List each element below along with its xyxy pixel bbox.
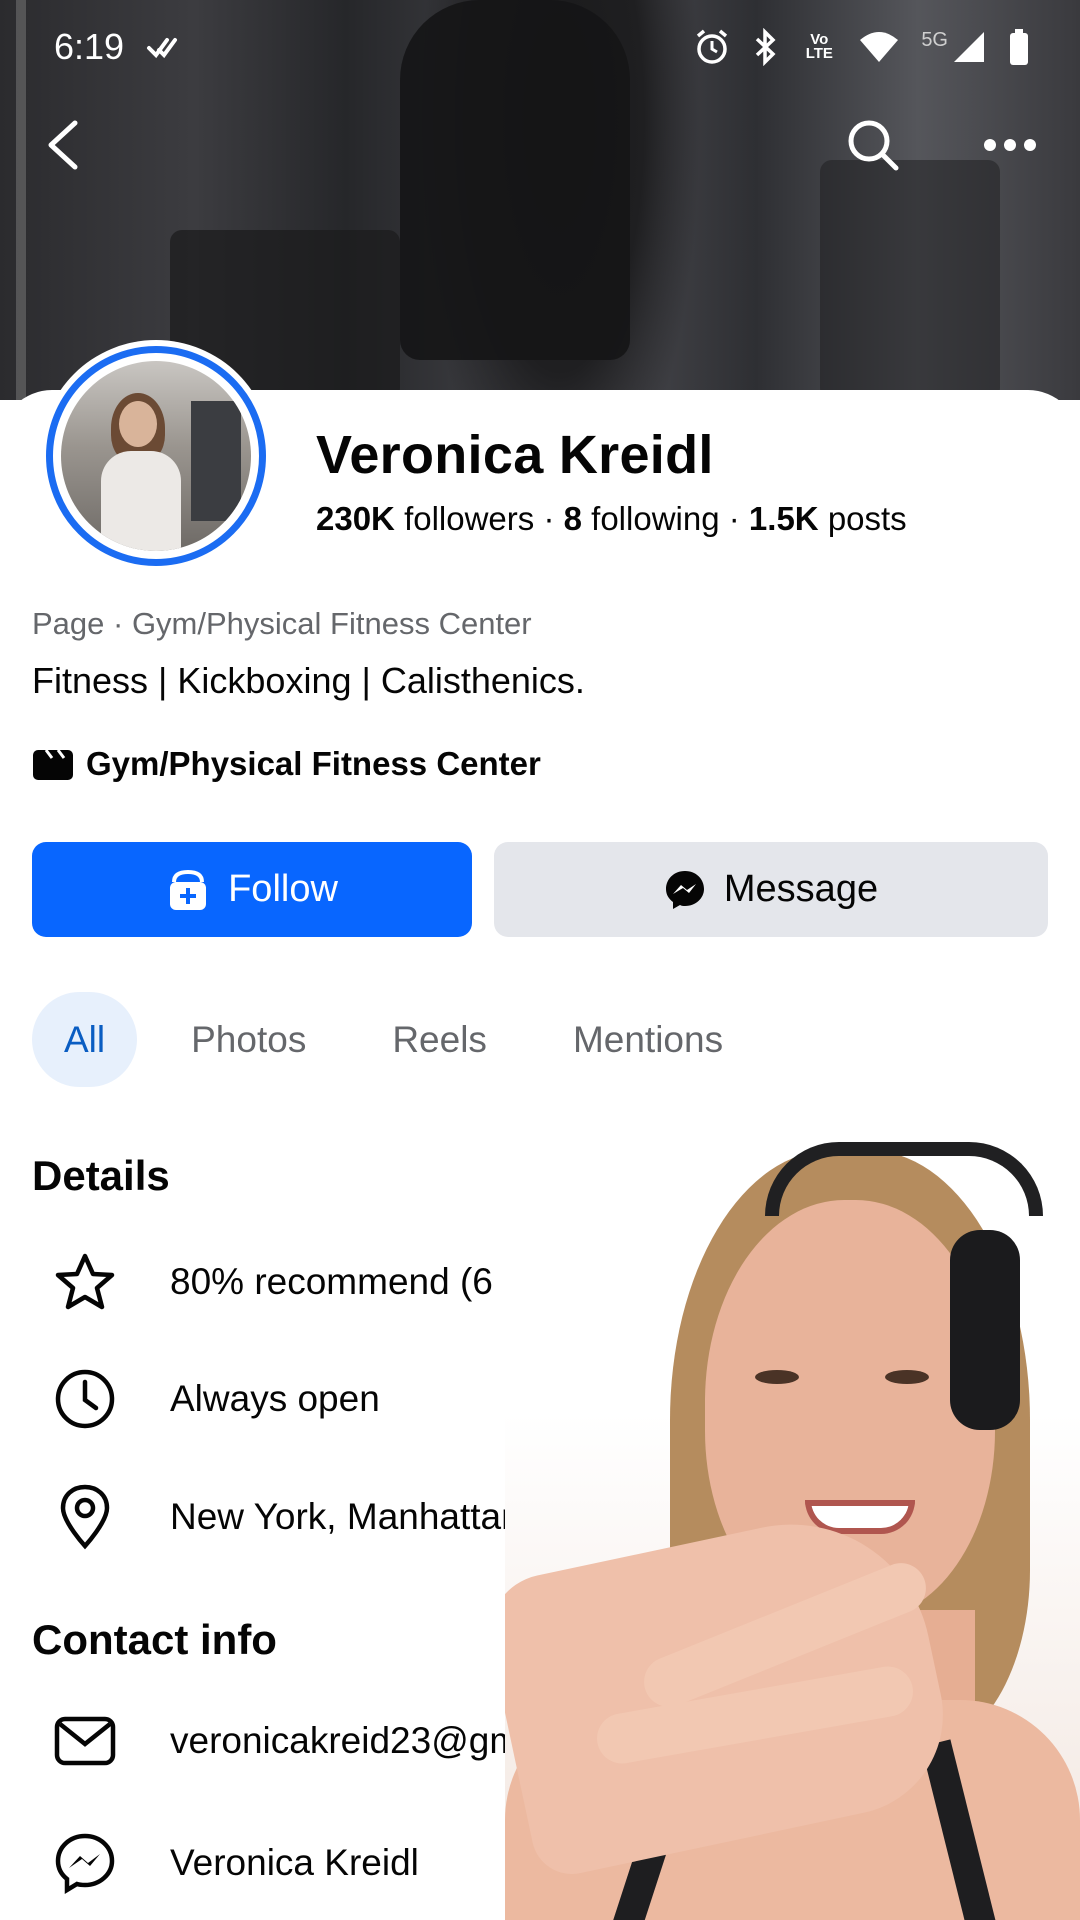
contact-heading: Contact info	[32, 1616, 277, 1663]
category-label: Gym/Physical Fitness Center	[86, 745, 541, 782]
hours-row: Always open	[0, 1368, 380, 1430]
volte-icon: Vo LTE	[805, 31, 833, 62]
messenger-outline-icon	[55, 1833, 115, 1894]
profile-tabs: All Photos Reels Mentions	[32, 992, 785, 1087]
tick-app-icon	[146, 34, 178, 60]
page-category-line: Page · Gym/Physical Fitness Center	[32, 606, 532, 641]
messenger-icon	[665, 870, 704, 909]
category-row: Gym/Physical Fitness Center	[32, 745, 541, 783]
posts-count: 1.5K posts	[748, 500, 907, 537]
profile-bio: Fitness | Kickboxing | Calisthenics.	[32, 660, 585, 701]
search-icon	[848, 120, 899, 171]
profile-stats: 230K followers · 8 following · 1.5K post…	[316, 500, 907, 537]
alarm-icon	[693, 28, 731, 66]
messenger-text: Veronica Kreidl	[170, 1842, 419, 1883]
clock-icon	[55, 1369, 115, 1429]
status-time: 6:19	[54, 26, 125, 67]
wifi-icon	[859, 30, 899, 64]
search-button[interactable]	[838, 110, 908, 180]
battery-icon	[1008, 28, 1030, 66]
5g-icon: 5G	[921, 28, 948, 51]
details-heading: Details	[32, 1152, 170, 1199]
profile-photo	[61, 361, 251, 551]
bluetooth-icon	[753, 28, 779, 66]
more-button[interactable]	[975, 110, 1045, 180]
tab-photos[interactable]: Photos	[167, 992, 330, 1087]
story-ring	[46, 346, 266, 566]
follow-button[interactable]: Follow	[32, 842, 472, 937]
tab-reels[interactable]: Reels	[368, 992, 511, 1087]
tab-mentions[interactable]: Mentions	[549, 992, 747, 1087]
mail-icon	[54, 1716, 116, 1766]
status-bar: 6:19 Vo LTE 5G	[0, 0, 1080, 96]
message-label: Message	[723, 868, 879, 910]
tab-all[interactable]: All	[32, 992, 138, 1087]
follow-label: Follow	[228, 868, 338, 910]
video-overlay[interactable]	[505, 1140, 1080, 1920]
follow-page-icon	[170, 869, 207, 910]
following-link[interactable]: 8 following	[564, 500, 720, 537]
back-button[interactable]	[28, 110, 98, 180]
followers-link[interactable]: 230K followers	[316, 500, 534, 537]
avatar[interactable]	[40, 340, 272, 572]
chevron-left-icon	[48, 120, 78, 170]
message-button[interactable]: Message	[494, 842, 1048, 937]
hours-text: Always open	[170, 1378, 380, 1419]
messenger-row[interactable]: Veronica Kreidl	[0, 1832, 419, 1894]
profile-name: Veronica Kreidl	[316, 425, 714, 485]
more-horizontal-icon	[984, 139, 1036, 151]
signal-icon	[952, 30, 986, 64]
star-icon	[55, 1253, 115, 1310]
clapperboard-icon	[33, 749, 73, 780]
location-pin-icon	[60, 1484, 110, 1550]
